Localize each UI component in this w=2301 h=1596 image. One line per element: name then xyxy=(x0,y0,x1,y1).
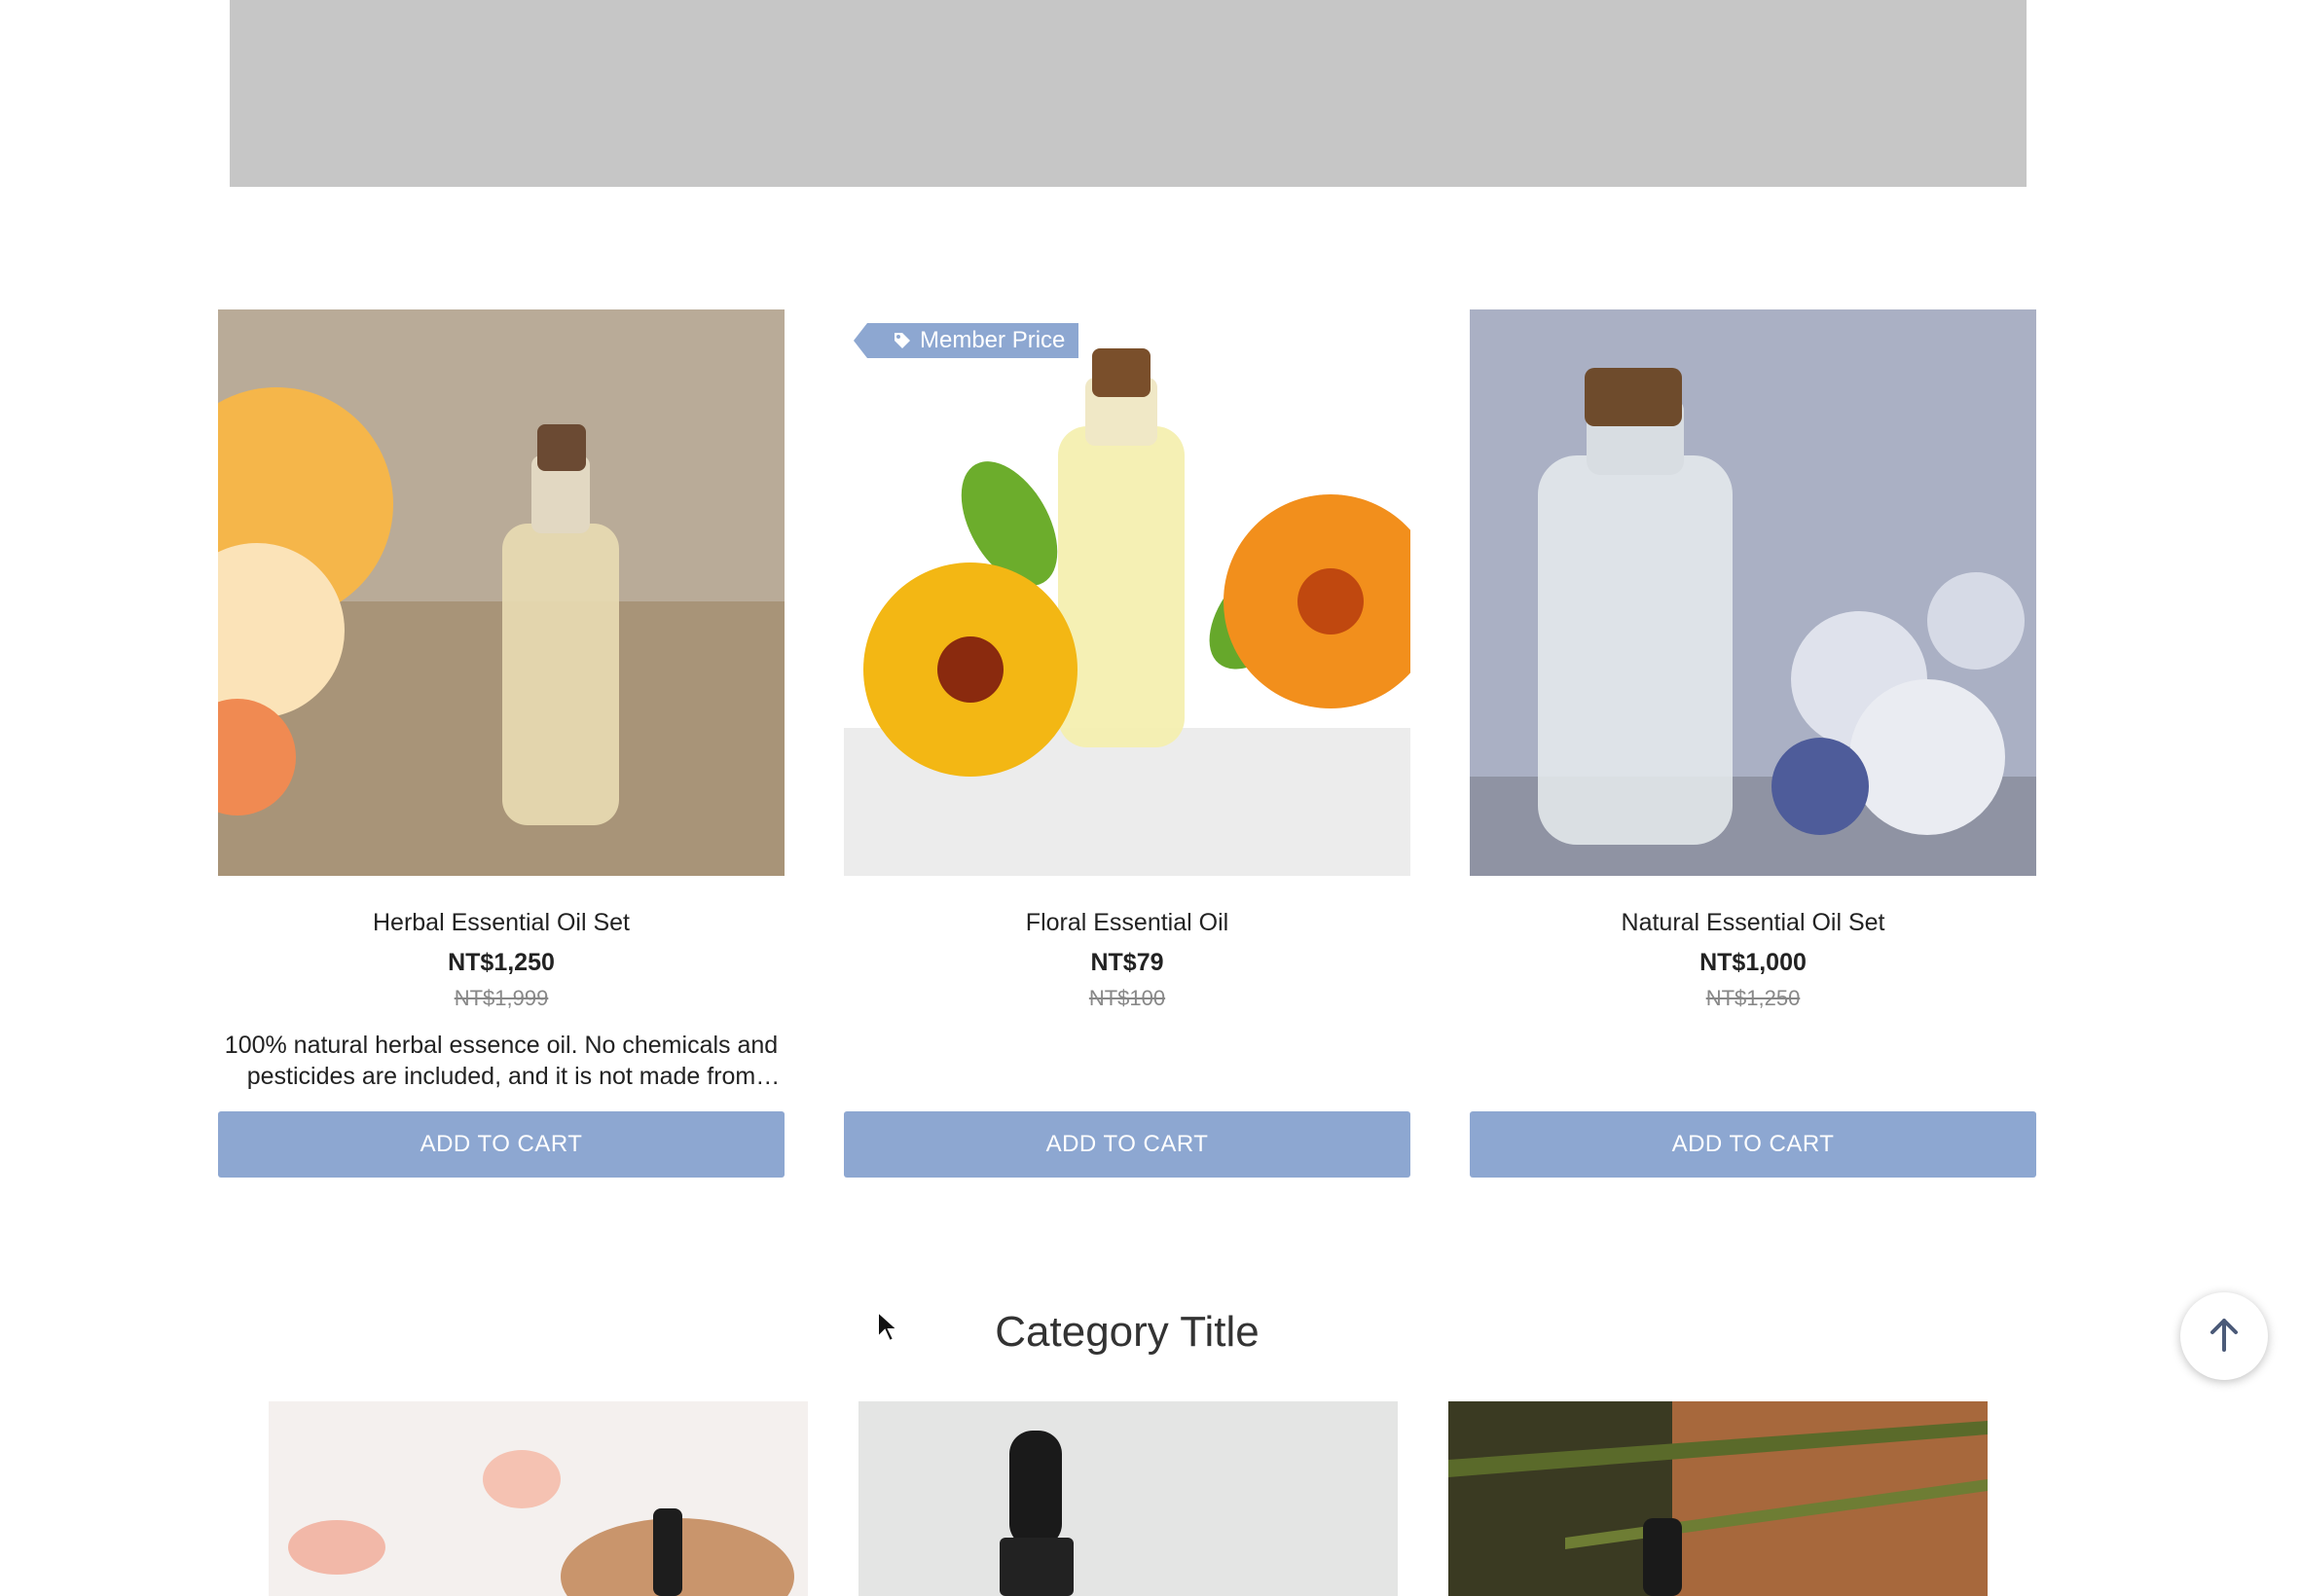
product-price: NT$79 xyxy=(1090,949,1164,976)
category-product-image[interactable] xyxy=(269,1401,808,1596)
product-description xyxy=(844,1030,1410,1092)
banner-placeholder xyxy=(230,0,2027,187)
product-card: Herbal Essential Oil Set NT$1,250 NT$1,9… xyxy=(218,309,785,1178)
category-product-image[interactable] xyxy=(1448,1401,1988,1596)
product-image[interactable]: Member Price xyxy=(844,309,1410,876)
mouse-cursor-icon xyxy=(876,1309,900,1348)
product-image[interactable] xyxy=(1470,309,2036,876)
product-image[interactable] xyxy=(218,309,785,876)
product-description xyxy=(1470,1030,2036,1092)
product-name[interactable]: Herbal Essential Oil Set xyxy=(218,905,785,940)
category-product-image[interactable] xyxy=(858,1401,1398,1596)
arrow-up-icon xyxy=(2205,1315,2244,1359)
product-price: NT$1,250 xyxy=(448,949,555,976)
product-card: Natural Essential Oil Set NT$1,000 NT$1,… xyxy=(1470,309,2036,1178)
back-to-top-button[interactable] xyxy=(2180,1292,2268,1380)
product-card: Member Price Floral Essential Oil NT$79 … xyxy=(844,309,1410,1178)
category-title: Category Title xyxy=(995,1308,1260,1356)
product-price: NT$1,000 xyxy=(1699,949,1807,976)
member-price-badge: Member Price xyxy=(853,323,1079,358)
product-name[interactable]: Floral Essential Oil xyxy=(844,905,1410,940)
add-to-cart-button[interactable]: ADD TO CART xyxy=(1470,1111,2036,1178)
product-original-price: NT$100 xyxy=(1088,986,1166,1010)
product-name[interactable]: Natural Essential Oil Set xyxy=(1470,905,2036,940)
add-to-cart-button[interactable]: ADD TO CART xyxy=(844,1111,1410,1178)
add-to-cart-button[interactable]: ADD TO CART xyxy=(218,1111,785,1178)
product-description: 100% natural herbal essence oil. No chem… xyxy=(224,1032,779,1090)
product-original-price: NT$1,999 xyxy=(454,986,549,1010)
badge-label: Member Price xyxy=(920,327,1066,353)
tag-icon xyxy=(893,331,912,350)
product-original-price: NT$1,250 xyxy=(1705,986,1801,1010)
